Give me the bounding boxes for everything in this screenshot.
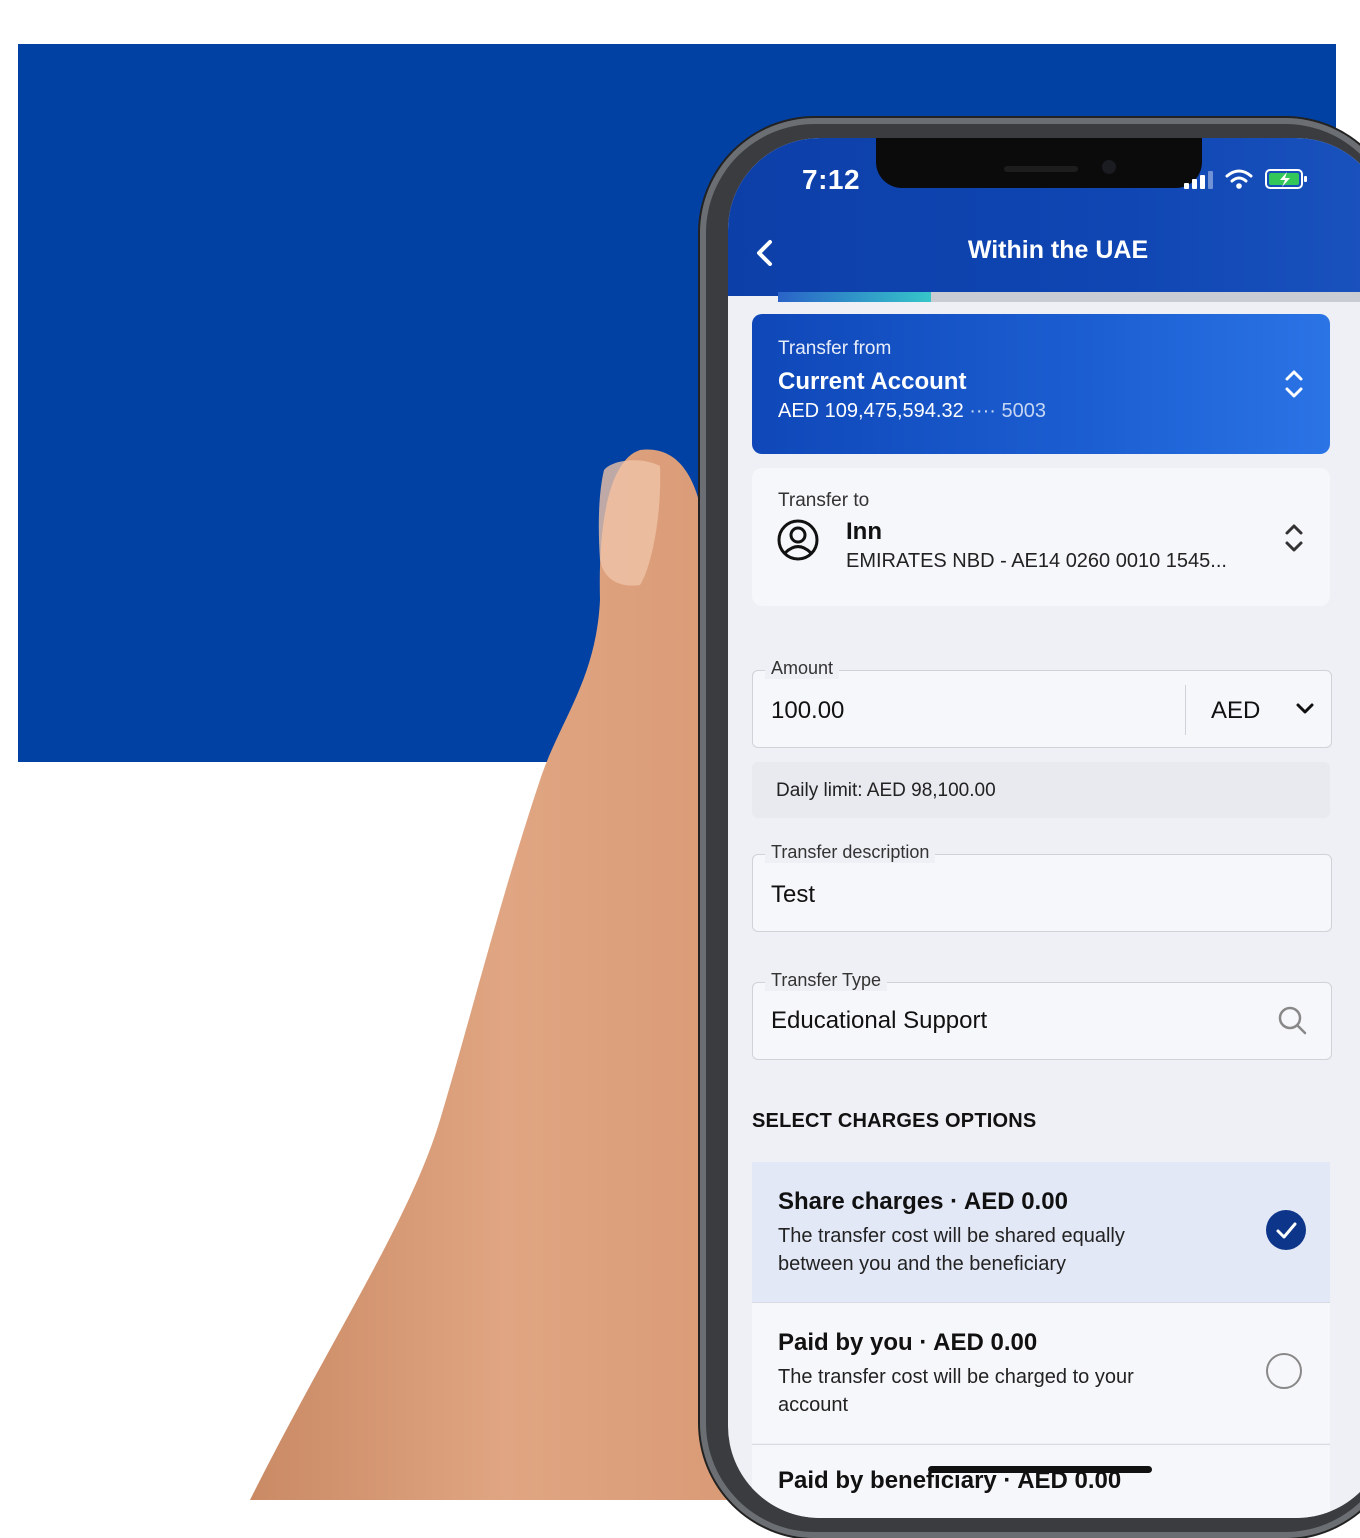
source-account-name: Current Account [778, 368, 967, 395]
transfer-to-card[interactable]: Transfer to Inn EMIRATES NBD - AE14 0260… [752, 468, 1330, 606]
amount-label: Amount [765, 658, 840, 679]
transfer-to-label: Transfer to [778, 490, 870, 511]
status-icons [1184, 168, 1309, 190]
app-header: 7:12 Within the UAE [728, 138, 1360, 296]
signal-icon [1184, 169, 1213, 189]
amount-field[interactable]: Amount 100.00 AED [752, 658, 1332, 748]
balance-amount: AED 109,475,594.32 [778, 400, 964, 422]
checkmark-selected-icon[interactable] [1266, 1210, 1306, 1250]
home-indicator[interactable] [928, 1466, 1152, 1473]
wifi-icon [1225, 168, 1253, 190]
source-account-balance: AED 109,475,594.32 ···· 5003 [778, 400, 1046, 423]
transfer-description-field[interactable]: Transfer description Test [752, 842, 1332, 932]
daily-limit-text: Daily limit: AED 98,100.00 [776, 780, 996, 801]
battery-icon [1265, 168, 1309, 190]
charges-section-title: SELECT CHARGES OPTIONS [752, 1110, 1037, 1132]
status-time: 7:12 [802, 164, 861, 195]
transfer-description-label: Transfer description [765, 842, 936, 863]
user-avatar-icon [776, 518, 820, 562]
transfer-from-label: Transfer from [778, 338, 892, 359]
charge-option-title: Share charges · AED 0.00 [778, 1188, 1068, 1215]
amount-input[interactable]: 100.00 [771, 697, 844, 725]
chevron-down-icon[interactable] [1295, 701, 1315, 717]
currency-select[interactable]: AED [1211, 697, 1260, 725]
chevron-up-down-icon[interactable] [1284, 368, 1304, 400]
beneficiary-bank-iban: EMIRATES NBD - AE14 0260 0010 1545... [846, 550, 1227, 572]
front-camera [1102, 160, 1116, 174]
search-icon[interactable] [1277, 1005, 1307, 1035]
charge-option-description: The transfer cost will be charged to you… [778, 1366, 1134, 1416]
transfer-description-input[interactable]: Test [771, 881, 815, 909]
phone-notch [876, 138, 1202, 188]
charge-option-description: The transfer cost will be shared equally… [778, 1225, 1125, 1275]
chevron-up-down-icon[interactable] [1284, 522, 1304, 554]
daily-limit-banner: Daily limit: AED 98,100.00 [752, 762, 1330, 818]
charge-option-paid-by-beneficiary[interactable]: Paid by beneficiary · AED 0.00 [752, 1444, 1330, 1518]
transfer-type-value[interactable]: Educational Support [771, 1007, 987, 1035]
radio-unselected-icon[interactable] [1266, 1353, 1302, 1389]
step-progress-bar [778, 292, 1360, 302]
account-number-mask: ···· 5003 [969, 400, 1046, 422]
charge-option-paid-by-you[interactable]: Paid by you · AED 0.00 The transfer cost… [752, 1302, 1330, 1443]
transfer-type-field[interactable]: Transfer Type Educational Support [752, 970, 1332, 1060]
field-divider [1185, 685, 1186, 735]
speaker-grille [1004, 166, 1078, 172]
page-title: Within the UAE [967, 236, 1149, 264]
charge-option-title: Paid by you · AED 0.00 [778, 1329, 1038, 1356]
transfer-type-label: Transfer Type [765, 970, 888, 991]
charge-option-share[interactable]: Share charges · AED 0.00 The transfer co… [752, 1162, 1330, 1302]
beneficiary-name: Inn [846, 518, 882, 545]
transfer-from-card[interactable]: Transfer from Current Account AED 109,47… [752, 314, 1330, 454]
phone-screen: 7:12 Within the UAE Transfer from Curren… [728, 138, 1360, 1518]
step-progress-fill [778, 292, 931, 302]
